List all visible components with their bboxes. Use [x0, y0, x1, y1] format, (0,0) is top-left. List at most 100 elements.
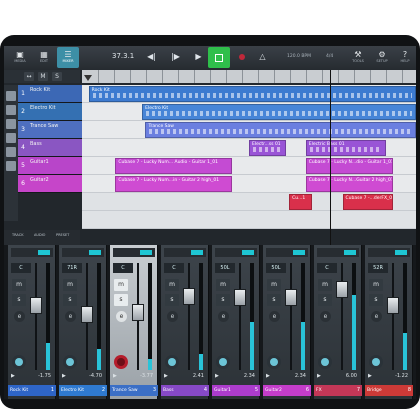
- clip-event[interactable]: Cubase 7 - Lucky N...dio - Guitar 1_01: [305, 158, 393, 174]
- pan-display[interactable]: 50L: [266, 263, 286, 273]
- position-display[interactable]: 37.3.1: [112, 52, 134, 60]
- edit-channel-button[interactable]: e: [14, 311, 25, 322]
- solo-button[interactable]: s: [165, 294, 179, 306]
- channel-strip[interactable]: 50L m s e ▶ 2.34 Guitar2 6: [263, 245, 311, 399]
- channel-strip[interactable]: 71R m s e ▶ -4.70 Electro Kit 2: [59, 245, 107, 399]
- volume-fader[interactable]: [234, 289, 246, 307]
- record-enable-button[interactable]: [12, 355, 26, 369]
- pan-display[interactable]: C: [164, 263, 184, 273]
- monitor-icon[interactable]: ▶: [11, 373, 15, 379]
- volume-fader[interactable]: [336, 281, 348, 298]
- volume-fader[interactable]: [81, 306, 93, 324]
- solo-button[interactable]: s: [318, 294, 332, 306]
- draw-tool-icon[interactable]: [6, 133, 16, 143]
- record-enable-button[interactable]: [216, 355, 230, 369]
- solo-button[interactable]: s: [63, 294, 77, 306]
- fold-tracks-button[interactable]: ↔: [24, 72, 34, 81]
- record-enable-button[interactable]: [165, 355, 179, 369]
- edit-channel-button[interactable]: e: [269, 311, 280, 322]
- channel-name[interactable]: Trance Saw 3: [110, 385, 158, 396]
- playhead[interactable]: [330, 70, 331, 269]
- volume-fader[interactable]: [285, 289, 297, 307]
- rewind-icon[interactable]: ◀|: [145, 50, 158, 64]
- record-enable-button[interactable]: [114, 355, 128, 369]
- edit-channel-button[interactable]: e: [116, 311, 127, 322]
- pan-display[interactable]: 52R: [368, 263, 388, 273]
- clip-event[interactable]: Cubase 7 -...derFX_01: [342, 194, 393, 210]
- setup-button[interactable]: ⚙ SETUP: [371, 47, 393, 68]
- metronome-icon[interactable]: △: [256, 50, 269, 64]
- edit-channel-button[interactable]: e: [167, 311, 178, 322]
- mute-button[interactable]: m: [12, 279, 26, 291]
- tempo-display[interactable]: 120.0 BPM: [287, 54, 311, 59]
- pan-display[interactable]: C: [317, 263, 337, 273]
- record-enable-button[interactable]: [318, 355, 332, 369]
- monitor-icon[interactable]: ▶: [113, 373, 117, 379]
- help-button[interactable]: ? HELP: [394, 47, 416, 68]
- channel-strip[interactable]: 52R m s e ▶ -1.22 Bridge 8: [365, 245, 413, 399]
- channel-name[interactable]: Guitar2 6: [263, 385, 311, 396]
- monitor-icon[interactable]: ▶: [215, 373, 219, 379]
- solo-button[interactable]: s: [267, 294, 281, 306]
- forward-icon[interactable]: |▶: [169, 50, 182, 64]
- clip-event[interactable]: Trance Saw: [145, 122, 416, 138]
- channel-header[interactable]: [368, 248, 410, 257]
- clip-event[interactable]: Cubase 7 - Lucky Num...in - Guitar 2 hig…: [115, 176, 233, 192]
- split-tool-icon[interactable]: [6, 119, 16, 129]
- track-header[interactable]: 3 Trance Saw: [18, 121, 82, 139]
- solo-button[interactable]: s: [12, 294, 26, 306]
- mixer-button[interactable]: ☰ MIXER: [57, 47, 79, 68]
- channel-header[interactable]: [113, 248, 155, 257]
- track-header[interactable]: 2 Electro Kit: [18, 103, 82, 121]
- pan-display[interactable]: 71R: [62, 263, 82, 273]
- mute-button[interactable]: m: [165, 279, 179, 291]
- mute-button[interactable]: m: [216, 279, 230, 291]
- arrow-tool-icon[interactable]: [6, 91, 16, 101]
- track-lane[interactable]: [82, 211, 416, 229]
- channel-strip[interactable]: Cm s e ▶ -1.75 Rock Kit 1: [8, 245, 56, 399]
- channel-name[interactable]: Electro Kit 2: [59, 385, 107, 396]
- play-icon[interactable]: ▶: [192, 50, 205, 64]
- mute-button[interactable]: m: [318, 279, 332, 291]
- channel-strip[interactable]: Cm s e ▶ 6.00 FX 7: [314, 245, 362, 399]
- edit-channel-button[interactable]: e: [320, 311, 331, 322]
- mute-button[interactable]: m: [369, 279, 383, 291]
- volume-fader[interactable]: [132, 303, 144, 321]
- track-header[interactable]: 5 Guitar1: [18, 157, 82, 175]
- clip-event[interactable]: Cu...1: [289, 194, 313, 210]
- zoom-tool-icon[interactable]: [6, 161, 16, 171]
- channel-name[interactable]: Bridge 8: [365, 385, 413, 396]
- channel-strip[interactable]: 50L m s e ▶ 2.34 Guitar1 5: [212, 245, 260, 399]
- mute-button[interactable]: m: [114, 279, 128, 291]
- volume-fader[interactable]: [30, 297, 42, 315]
- monitor-icon[interactable]: ▶: [266, 373, 270, 379]
- volume-fader[interactable]: [387, 297, 399, 315]
- volume-fader[interactable]: [183, 288, 195, 306]
- track-header[interactable]: 4 Bass: [18, 139, 82, 157]
- channel-header[interactable]: [215, 248, 257, 257]
- timeline-ruler[interactable]: [82, 70, 416, 83]
- clip-event[interactable]: Cubase 7 - Lucky N...Guitar 2 high_01: [305, 176, 393, 192]
- channel-name[interactable]: Guitar1 5: [212, 385, 260, 396]
- record-button[interactable]: [236, 50, 249, 64]
- clip-event[interactable]: Cubase 7 - Lucky Num... Audio - Guitar 1…: [115, 158, 233, 174]
- media-button[interactable]: ▣ MEDIA: [9, 47, 31, 68]
- mute-button[interactable]: m: [267, 279, 281, 291]
- channel-strip[interactable]: Cm s e ▶ 2.41 Bass 4: [161, 245, 209, 399]
- range-tool-icon[interactable]: [6, 105, 16, 115]
- channel-header[interactable]: [164, 248, 206, 257]
- mute-button[interactable]: m: [63, 279, 77, 291]
- channel-header[interactable]: [62, 248, 104, 257]
- signature-display[interactable]: 4/4: [326, 54, 333, 59]
- clip-event[interactable]: Rock Kit: [88, 86, 416, 102]
- track-header[interactable]: 1 Rock Kit: [18, 85, 82, 103]
- channel-header[interactable]: [317, 248, 359, 257]
- cycle-button[interactable]: [208, 47, 230, 68]
- edit-channel-button[interactable]: e: [65, 311, 76, 322]
- channel-name[interactable]: Bass 4: [161, 385, 209, 396]
- monitor-icon[interactable]: ▶: [368, 373, 372, 379]
- monitor-icon[interactable]: ▶: [62, 373, 66, 379]
- clip-event[interactable]: Electric Bass 01: [305, 140, 386, 156]
- clip-event[interactable]: Electro Kit: [142, 104, 416, 120]
- event-display[interactable]: Rock Kit Electro Kit Trance Saw Electr...ss…: [82, 85, 416, 229]
